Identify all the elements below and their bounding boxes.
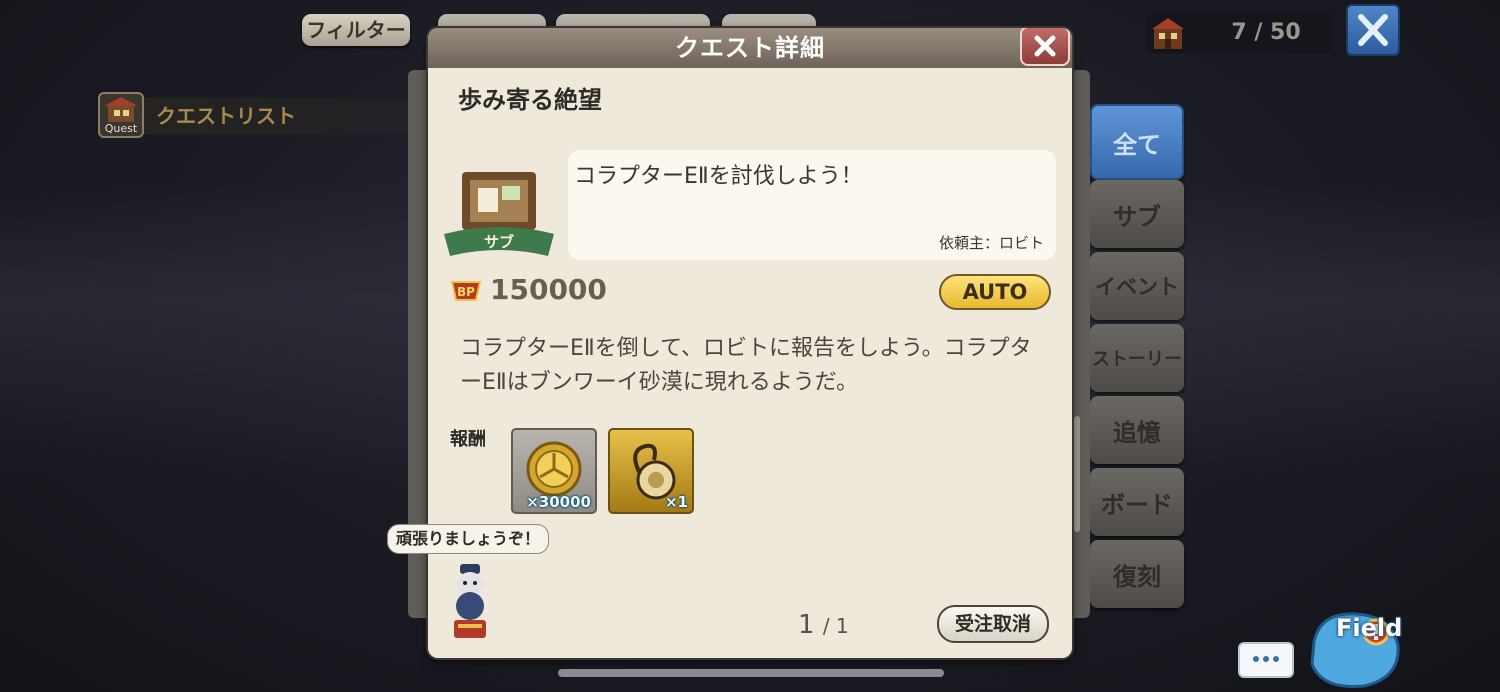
quest-client: 依頼主：ロビト bbox=[938, 234, 1044, 252]
filter-button[interactable]: フィルター bbox=[302, 14, 410, 46]
quest-summary: コラプターEⅡを討伐しよう！ bbox=[574, 164, 863, 189]
close-screen-button[interactable] bbox=[1346, 4, 1400, 56]
close-icon bbox=[1358, 14, 1388, 46]
auto-button[interactable]: AUTO bbox=[939, 274, 1051, 310]
mascot-moogle-icon bbox=[454, 564, 486, 638]
bp-value: 150000 bbox=[490, 273, 607, 306]
tab-story[interactable]: ストーリー bbox=[1090, 324, 1184, 392]
chat-bubble-icon bbox=[1253, 656, 1279, 662]
tab-all[interactable]: 全て bbox=[1090, 104, 1184, 180]
quest-counter: 7 / 50 bbox=[1146, 13, 1332, 53]
home-indicator bbox=[558, 669, 944, 677]
shop-icon bbox=[104, 97, 138, 122]
page-total: / 1 bbox=[822, 614, 849, 638]
quest-detail-dialog: クエスト詳細 歩み寄る絶望 サブ コラプターEⅡを討伐しよう！ 依頼主：ロビト … bbox=[428, 28, 1072, 658]
quest-list-header: Quest クエストリスト bbox=[98, 92, 418, 140]
tab-event[interactable]: イベント bbox=[1090, 252, 1184, 320]
category-label: サブ bbox=[484, 233, 514, 251]
bp-label: BP bbox=[457, 285, 475, 299]
tab-memory[interactable]: 追憶 bbox=[1090, 396, 1184, 464]
quest-board-icon: Quest bbox=[98, 92, 144, 138]
close-icon bbox=[1034, 35, 1056, 57]
bp-icon: BP bbox=[450, 281, 482, 301]
field-label: Field bbox=[1336, 614, 1403, 642]
reward-qty: ×1 bbox=[664, 493, 688, 511]
scrollbar[interactable] bbox=[1074, 416, 1080, 532]
quest-name: 歩み寄る絶望 bbox=[458, 86, 602, 114]
tab-revival[interactable]: 復刻 bbox=[1090, 540, 1184, 608]
dialog-title: クエスト詳細 bbox=[675, 34, 825, 62]
page-indicator: 1 / 1 bbox=[798, 610, 849, 640]
quest-list-title: クエストリスト bbox=[156, 104, 296, 128]
reward-item-ring[interactable]: ×1 bbox=[608, 428, 694, 514]
house-icon bbox=[1152, 18, 1184, 49]
cancel-order-button[interactable]: 受注取消 bbox=[937, 605, 1049, 643]
reward-qty: ×30000 bbox=[526, 493, 591, 511]
chat-button[interactable] bbox=[1238, 642, 1294, 678]
mascot-speech-bubble: 頑張りましょうぞ！ bbox=[387, 524, 549, 554]
tab-board[interactable]: ボード bbox=[1090, 468, 1184, 536]
tab-sub[interactable]: サブ bbox=[1090, 180, 1184, 248]
reward-label: 報酬 bbox=[450, 429, 486, 450]
reward-item-gil[interactable]: ×30000 bbox=[511, 428, 597, 514]
dialog-close-button[interactable] bbox=[1020, 28, 1070, 66]
sub-quest-emblem-icon: サブ bbox=[444, 172, 554, 256]
quest-description: コラプターEⅡを倒して、ロビトに報告をしよう。コラプターEⅡはブンワーイ砂漠に現… bbox=[460, 336, 1032, 395]
quest-count: 7 / 50 bbox=[1231, 20, 1301, 45]
page-current: 1 bbox=[798, 610, 815, 640]
quest-icon-text: Quest bbox=[104, 122, 138, 135]
